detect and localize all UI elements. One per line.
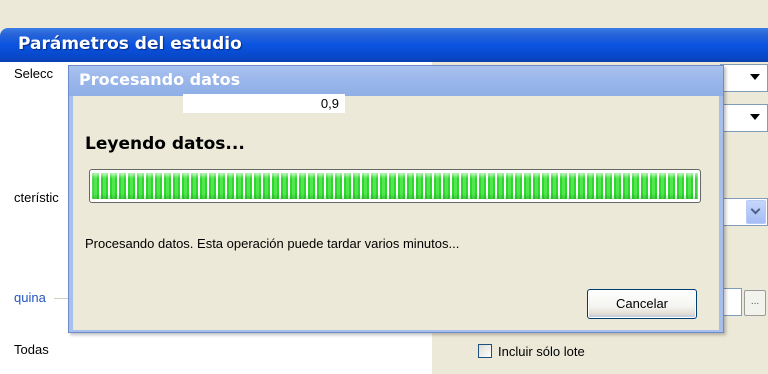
cancel-button[interactable]: Cancelar (587, 289, 697, 319)
progress-bar (89, 169, 701, 203)
include-lot-checkbox[interactable] (478, 344, 492, 358)
characteristic-label: cterístic (14, 190, 59, 205)
selection-label: Selecc (14, 66, 54, 81)
second-combo-dropdown[interactable] (743, 105, 767, 131)
processing-message: Procesando datos. Esta operación puede t… (85, 236, 460, 251)
value-text: 0,9 (320, 96, 339, 111)
progress-bar-fill (92, 173, 698, 199)
chevron-down-icon (750, 114, 760, 120)
top-combo-dropdown[interactable] (743, 65, 767, 91)
processing-dialog-title: Procesando datos (79, 70, 241, 89)
dialog-frame-right (719, 96, 723, 332)
second-combo[interactable] (720, 104, 768, 132)
characteristic-combo[interactable] (720, 198, 768, 226)
processing-dialog-titlebar[interactable]: Procesando datos (69, 66, 723, 96)
processing-dialog: Procesando datos 0,9 Leyendo datos... Pr… (68, 65, 724, 333)
top-combo[interactable] (720, 64, 768, 92)
machine-group-label: quina (14, 290, 46, 305)
status-heading: Leyendo datos... (85, 134, 245, 154)
value-display: 0,9 (183, 94, 345, 113)
characteristic-combo-dropdown[interactable] (746, 200, 766, 224)
study-parameters-title: Parámetros del estudio (18, 34, 242, 54)
include-lot-label: Incluir sólo lote (498, 344, 585, 359)
browse-button[interactable]: ... (744, 290, 766, 316)
machine-group-line (54, 298, 68, 299)
all-label: Todas (14, 342, 49, 357)
chevron-down-icon (750, 74, 760, 80)
chevron-down-icon (750, 204, 761, 215)
